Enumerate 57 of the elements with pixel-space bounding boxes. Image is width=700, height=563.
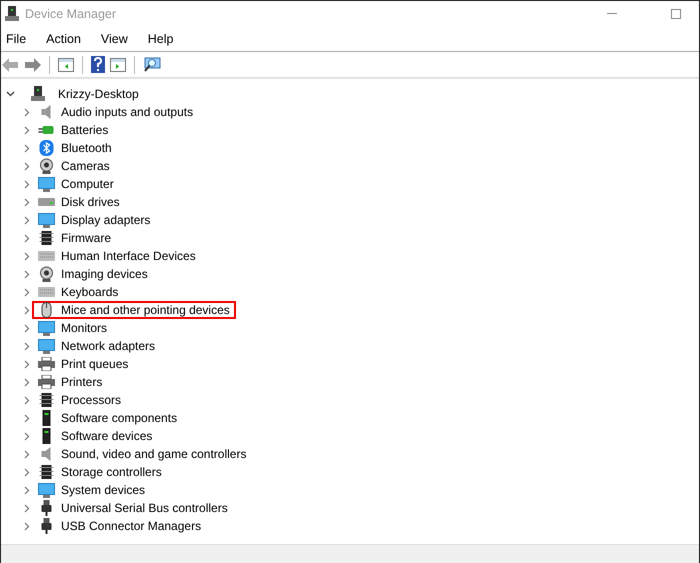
tree-item[interactable]: Bluetooth	[61, 141, 112, 155]
tree-item[interactable]: Batteries	[61, 123, 108, 137]
monitor-icon	[38, 482, 55, 498]
tree-item[interactable]: System devices	[61, 483, 146, 497]
tree-item[interactable]: Cameras	[61, 159, 110, 173]
tree-item[interactable]: Imaging devices	[61, 267, 148, 281]
chip-icon	[38, 392, 55, 408]
tree-item[interactable]: USB Connector Managers	[61, 519, 202, 533]
collapse-chevron-icon[interactable]	[6, 91, 15, 97]
menu-item[interactable]: Help	[148, 32, 174, 46]
tree-item[interactable]: Software components	[61, 411, 178, 425]
tree-item[interactable]: Keyboards	[61, 285, 118, 299]
tree-item[interactable]: Firmware	[61, 231, 111, 245]
back-arrow-icon[interactable]	[2, 58, 19, 72]
webcam-icon	[38, 266, 55, 282]
keyboard-icon	[38, 287, 55, 297]
printer-icon	[38, 357, 55, 371]
tree-item[interactable]: Universal Serial Bus controllers	[61, 501, 228, 515]
tree-item[interactable]: Monitors	[61, 321, 108, 335]
monitor-icon	[38, 212, 55, 228]
tree-item[interactable]: Sound, video and game controllers	[61, 447, 246, 461]
tree-item[interactable]: Audio inputs and outputs	[61, 105, 194, 119]
menu-item[interactable]: Action	[46, 32, 81, 46]
tree-item[interactable]: Mice and other pointing devices	[61, 303, 230, 317]
menu-item[interactable]: View	[100, 32, 128, 46]
tree-item[interactable]: Computer	[61, 177, 114, 191]
tree-item[interactable]: Krizzy-Desktop	[58, 87, 139, 101]
tree-item[interactable]: Print queues	[61, 357, 128, 371]
panel-icon[interactable]	[58, 58, 74, 72]
window-title: Device Manager	[25, 6, 116, 20]
maximize-icon[interactable]	[671, 8, 681, 18]
keyboard-icon	[38, 251, 55, 261]
computer-icon	[31, 86, 45, 102]
tree-item[interactable]: Human Interface Devices	[61, 249, 196, 263]
computer-icon	[5, 6, 19, 22]
tree-item[interactable]: Printers	[61, 375, 102, 389]
monitor-icon	[38, 176, 55, 192]
tree-item[interactable]: Display adapters	[61, 213, 150, 227]
chip-icon	[38, 464, 55, 480]
tree-item[interactable]: Disk drives	[61, 195, 120, 209]
help-icon[interactable]	[91, 56, 105, 73]
bluetooth-icon	[38, 140, 55, 156]
tree-item[interactable]: Network adapters	[61, 339, 156, 353]
menu-item[interactable]: File	[6, 32, 26, 46]
minimize-icon[interactable]	[607, 12, 617, 14]
tree-item[interactable]: Storage controllers	[61, 465, 162, 479]
tree-item[interactable]: Software devices	[61, 429, 152, 443]
forward-arrow-icon[interactable]	[24, 58, 41, 72]
chip-icon	[38, 230, 55, 246]
disk-drive-icon	[38, 198, 55, 206]
monitor-search-icon[interactable]	[143, 56, 161, 72]
tree-item[interactable]: Processors	[61, 393, 122, 407]
monitor-icon	[38, 338, 55, 354]
panel-icon[interactable]	[110, 58, 126, 72]
webcam-icon	[38, 158, 55, 174]
monitor-icon	[38, 320, 55, 336]
printer-icon	[38, 375, 55, 389]
